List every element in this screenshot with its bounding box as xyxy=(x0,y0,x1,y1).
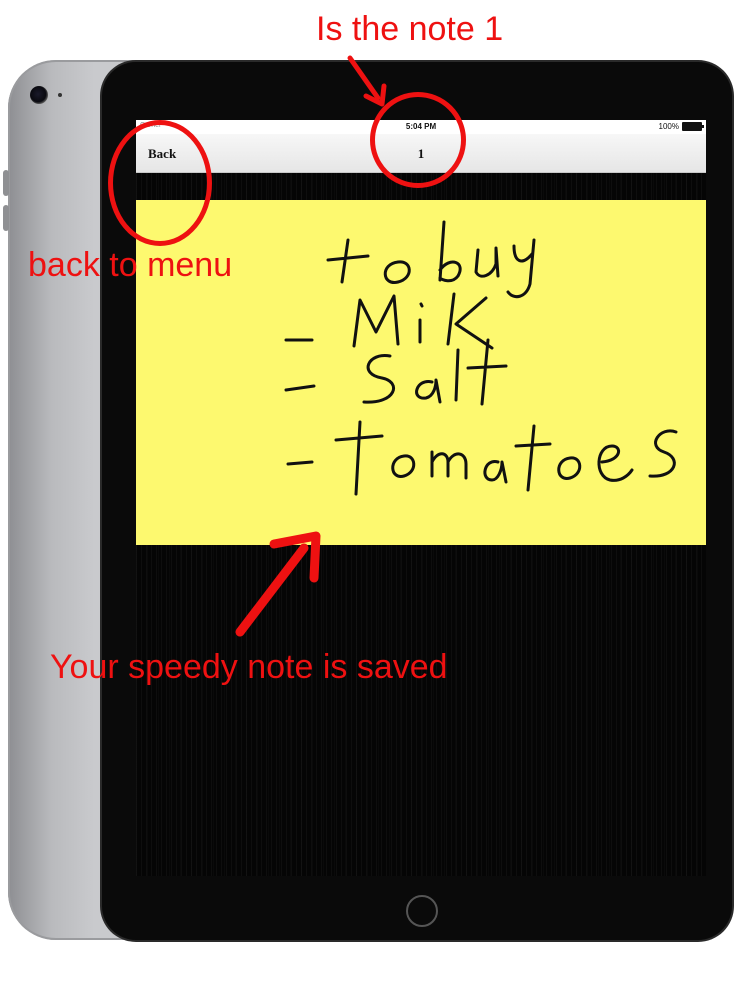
handwritten-line-salt xyxy=(284,338,508,406)
back-button-highlight-circle xyxy=(108,120,212,246)
annotation-back-hint: back to menu xyxy=(28,246,233,284)
microphone-dot xyxy=(58,93,62,97)
app-screen: Carrier 5:04 PM 100% Back 1 xyxy=(136,120,706,876)
home-button[interactable] xyxy=(406,895,438,927)
handwritten-line-milk xyxy=(284,292,494,350)
screenshot-stage: Carrier 5:04 PM 100% Back 1 Is the note … xyxy=(0,0,750,1000)
handwritten-line-tomatoes xyxy=(286,420,678,496)
side-button xyxy=(3,205,9,231)
camera-icon xyxy=(30,86,48,104)
battery-icon xyxy=(682,122,704,131)
status-battery: 100% xyxy=(658,122,704,131)
handwritten-line-to-buy xyxy=(326,220,536,299)
side-button xyxy=(3,170,9,196)
note-number-highlight-circle xyxy=(370,92,466,188)
annotation-note-number: Is the note 1 xyxy=(316,10,504,48)
annotation-saved-hint: Your speedy note is saved xyxy=(50,648,448,686)
battery-percent: 100% xyxy=(658,122,679,131)
